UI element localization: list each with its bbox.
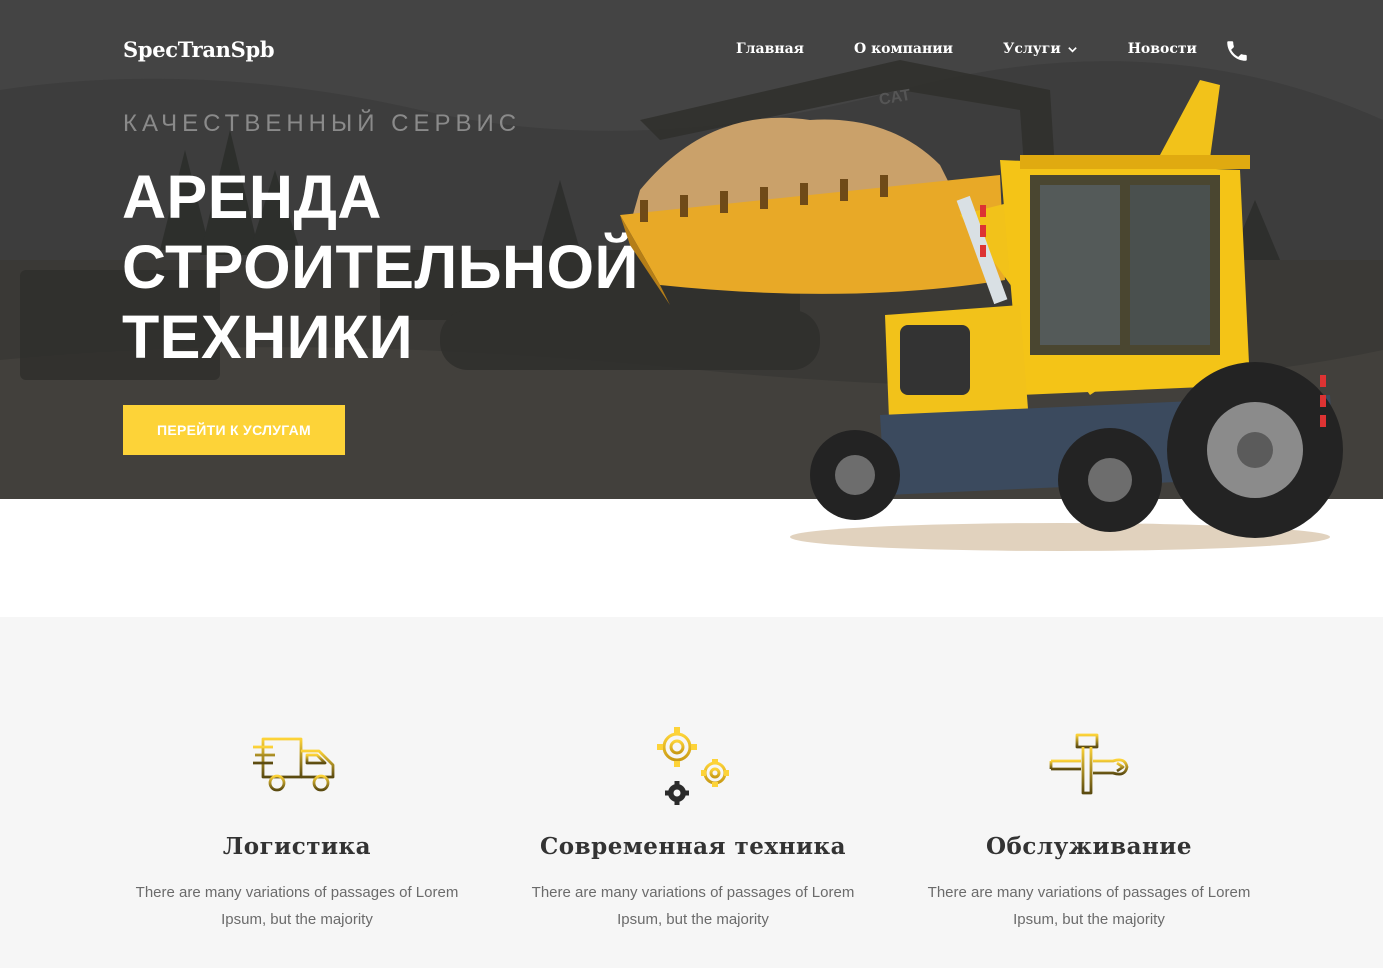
nav-item-about[interactable]: О компании [854,41,953,57]
backhoe-loader-image [620,80,1343,551]
feature-text: There are many variations of passages of… [927,884,1251,928]
hero-headline-line: ТЕХНИКИ [122,303,414,371]
truck-icon [253,737,335,792]
feature-title: Современная техника [539,833,847,860]
nav-item-home[interactable]: Главная [736,41,804,57]
feature-text: There are many variations of passages of… [531,884,855,928]
nav-item-news[interactable]: Новости [1128,41,1197,57]
feature-title: Логистика [222,833,372,860]
feature-text: There are many variations of passages of… [135,884,459,928]
phone-icon[interactable] [1224,38,1250,64]
hero-headline-line: АРЕНДА [122,163,382,231]
main-nav: Главная О компании Услуги Новости [736,41,1247,57]
hero-headline-line: СТРОИТЕЛЬНОЙ [122,233,639,301]
nav-item-services-label: Услуги [1003,41,1061,57]
go-to-services-button[interactable]: ПЕРЕЙТИ К УСЛУГАМ [123,405,345,455]
features-section: Логистика There are many variations of p… [0,617,1383,968]
gears-icon [657,727,729,805]
chevron-down-icon [1067,46,1077,53]
site-logo[interactable]: SpecTranSpb [123,37,275,62]
feature-title: Обслуживание [985,833,1192,860]
nav-item-services[interactable]: Услуги [1003,41,1078,57]
tools-icon [1049,733,1129,795]
hero-headline: АРЕНДА СТРОИТЕЛЬНОЙ ТЕХНИКИ [122,162,682,372]
hero-kicker: КАЧЕСТВЕННЫЙ СЕРВИС [123,110,522,137]
